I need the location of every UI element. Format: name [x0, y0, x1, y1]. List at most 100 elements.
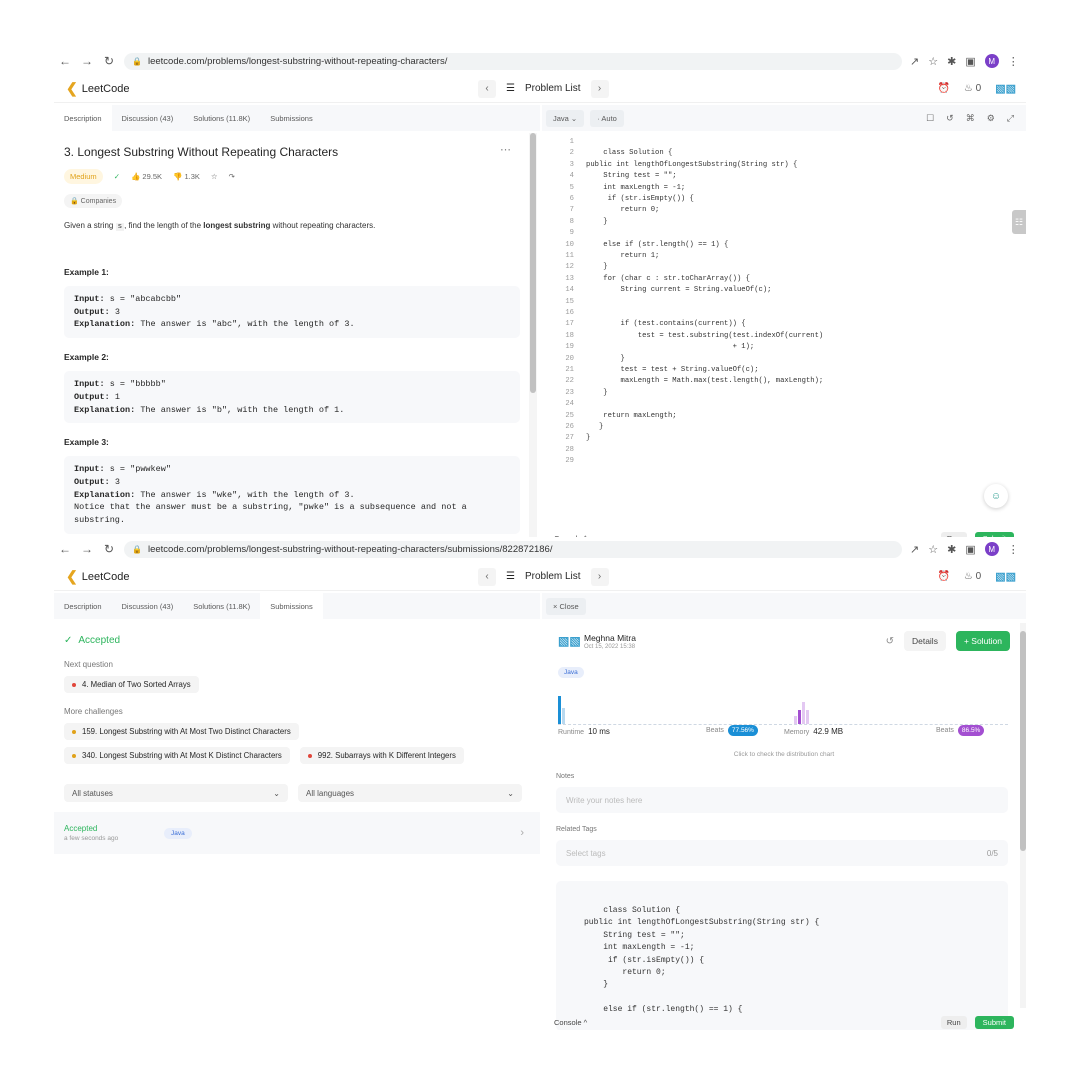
address-bar[interactable]: 🔒 leetcode.com/problems/longest-substrin…: [124, 52, 902, 70]
more-options-icon[interactable]: ⋯: [500, 143, 511, 156]
challenge-link[interactable]: 992. Subarrays with K Different Integers: [299, 747, 464, 764]
reset-icon[interactable]: ↺: [946, 113, 954, 124]
settings-icon[interactable]: ⚙: [987, 113, 995, 124]
scrollbar-thumb[interactable]: [530, 133, 536, 393]
tab-solutions[interactable]: Solutions (11.8K): [183, 105, 260, 131]
tab-solutions[interactable]: Solutions (11.8K): [183, 593, 260, 619]
line-number: 23: [565, 388, 574, 397]
prev-problem-button[interactable]: ‹: [478, 567, 496, 586]
extension-icon[interactable]: ✱: [947, 543, 956, 556]
status-text: Accepted: [78, 635, 121, 646]
status-filter[interactable]: All statuses ⌄: [64, 784, 288, 802]
back-arrow-icon[interactable]: ←: [54, 54, 76, 68]
challenge-title: 159. Longest Substring with At Most Two …: [82, 727, 291, 736]
autocomplete-mode[interactable]: · Auto: [590, 109, 624, 127]
problem-list-link[interactable]: Problem List: [525, 571, 581, 582]
example-heading: Example 1:: [64, 267, 109, 277]
leetcode-logo[interactable]: ❮ LeetCode: [66, 568, 129, 585]
notes-input[interactable]: Write your notes here: [556, 787, 1008, 813]
line-number: 24: [565, 400, 574, 409]
alarm-icon[interactable]: ⏰: [937, 83, 949, 94]
streak-value: 0: [975, 83, 982, 94]
reload-icon[interactable]: ↻: [98, 542, 120, 556]
post-solution-button[interactable]: + Solution: [955, 631, 1010, 651]
tab-discussion[interactable]: Discussion (43): [112, 105, 184, 131]
submit-button[interactable]: Submit: [974, 1015, 1014, 1029]
code-line: }: [586, 263, 608, 272]
sidepanel-icon[interactable]: ▣: [965, 55, 975, 68]
close-detail-button[interactable]: × Close: [546, 597, 586, 615]
fullscreen-icon[interactable]: ⤢: [1007, 113, 1014, 124]
forward-arrow-icon[interactable]: →: [76, 54, 98, 68]
forward-arrow-icon[interactable]: →: [76, 542, 98, 556]
favorite-star-icon[interactable]: ☆: [211, 172, 218, 181]
challenge-link[interactable]: 340. Longest Substring with At Most K Di…: [64, 747, 290, 764]
premium-icon[interactable]: ▧▧: [995, 82, 1016, 95]
star-icon[interactable]: ☆: [928, 55, 938, 68]
leetcode-logo[interactable]: ❮ LeetCode: [66, 80, 129, 97]
notes-side-icon[interactable]: ☷: [1012, 210, 1026, 234]
distribution-hint[interactable]: Click to check the distribution chart: [542, 751, 1026, 758]
code-line: }: [586, 217, 608, 226]
companies-tag[interactable]: 🔒 Companies: [64, 194, 123, 208]
share-icon[interactable]: ↗: [910, 543, 919, 556]
alarm-icon[interactable]: ⏰: [937, 571, 949, 582]
tab-submissions[interactable]: Submissions: [260, 593, 323, 619]
example-label: Input:: [74, 379, 105, 390]
address-bar[interactable]: 🔒 leetcode.com/problems/longest-substrin…: [124, 540, 902, 558]
solved-check-icon: ✓: [113, 172, 120, 181]
details-button[interactable]: Details: [903, 631, 946, 651]
share-submission-icon[interactable]: ↺: [886, 636, 894, 647]
code-editor[interactable]: 12 class Solution {3 public int lengthOfL…: [544, 137, 1024, 492]
code-line: if (str.isEmpty()) {: [586, 195, 694, 203]
feedback-chat-icon[interactable]: ☺: [984, 484, 1008, 508]
runtime-label: Runtime: [558, 729, 585, 736]
menu-icon[interactable]: ⋮: [1008, 543, 1019, 556]
reload-icon[interactable]: ↻: [98, 54, 120, 68]
submissions-panel: ✓ Accepted Next question 4. Median of Two…: [54, 621, 540, 1030]
tab-discussion[interactable]: Discussion (43): [112, 593, 184, 619]
run-button[interactable]: Run: [940, 1015, 967, 1029]
line-number: 27: [565, 434, 574, 443]
tab-description[interactable]: Description: [54, 593, 112, 619]
line-number: 21: [565, 366, 574, 374]
tab-description[interactable]: Description: [54, 105, 112, 131]
next-question-link[interactable]: 4. Median of Two Sorted Arrays: [64, 676, 199, 693]
back-arrow-icon[interactable]: ←: [54, 542, 76, 556]
next-problem-button[interactable]: ›: [590, 567, 609, 586]
tags-select[interactable]: Select tags 0/5: [556, 840, 1008, 866]
problem-list-link[interactable]: Problem List: [525, 83, 581, 94]
scrollbar-thumb[interactable]: [1020, 631, 1026, 851]
challenge-link[interactable]: 159. Longest Substring with At Most Two …: [64, 723, 299, 740]
console-toggle[interactable]: Console ^: [554, 1018, 587, 1027]
extension-icon[interactable]: ✱: [947, 55, 956, 68]
profile-avatar[interactable]: M: [984, 54, 999, 68]
submission-row[interactable]: Accepted a few seconds ago Java ›: [54, 812, 540, 854]
language-filter[interactable]: All languages ⌄: [298, 784, 522, 802]
prev-problem-button[interactable]: ‹: [478, 79, 496, 98]
share-icon[interactable]: ↗: [910, 55, 919, 68]
streak-counter[interactable]: ♨ 0: [964, 83, 981, 94]
tags-count: 0/5: [986, 848, 998, 858]
next-problem-button[interactable]: ›: [590, 79, 609, 98]
like-button[interactable]: 👍 29.5K: [131, 172, 162, 181]
line-number: 13: [565, 274, 574, 283]
dislike-button[interactable]: 👎 1.3K: [173, 172, 200, 181]
menu-icon[interactable]: ⋮: [1008, 55, 1019, 68]
description-scrollbar[interactable]: [529, 133, 537, 541]
detail-scrollbar[interactable]: [1020, 623, 1026, 1008]
line-number: 5: [569, 183, 574, 192]
shortcut-icon[interactable]: ⌘: [966, 113, 975, 124]
distribution-histogram[interactable]: [558, 685, 1008, 725]
example-block: Input: s = "abcabcbb" Output: 3 Explanatio…: [64, 286, 520, 339]
premium-icon[interactable]: ▧▧: [995, 570, 1016, 583]
language-select[interactable]: Java ⌄: [546, 109, 585, 127]
streak-counter[interactable]: ♨ 0: [964, 571, 981, 582]
share-link-icon[interactable]: ↷: [229, 172, 235, 181]
tab-submissions[interactable]: Submissions: [260, 105, 323, 131]
sidepanel-icon[interactable]: ▣: [965, 543, 975, 556]
profile-avatar[interactable]: M: [984, 542, 999, 556]
code-line: }: [586, 354, 625, 363]
star-icon[interactable]: ☆: [928, 543, 938, 556]
bookmark-icon[interactable]: ☐: [926, 113, 934, 124]
